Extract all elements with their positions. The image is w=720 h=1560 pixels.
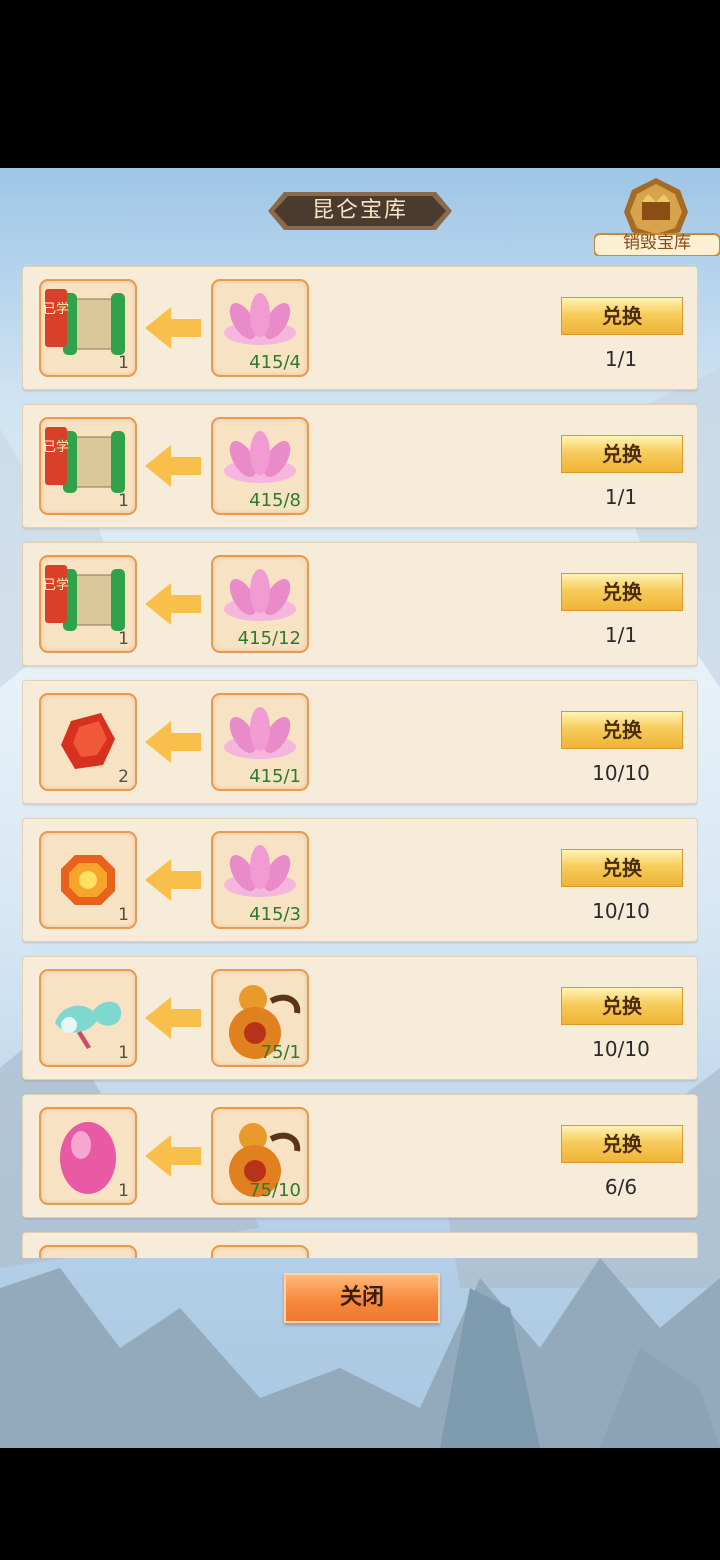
- arrow-left-icon: [145, 997, 201, 1039]
- status-bar-area: [0, 0, 720, 168]
- reward-count: 1: [118, 1043, 129, 1063]
- cost-count: 415/4: [249, 352, 301, 373]
- arrow-left-icon: [145, 445, 201, 487]
- cost-count: 75/10: [249, 1180, 301, 1201]
- learned-tag: 已学: [43, 301, 69, 317]
- cost-slot[interactable]: 415/4: [211, 279, 309, 377]
- reward-slot[interactable]: 已学 1: [39, 417, 137, 515]
- reward-slot[interactable]: 1: [39, 831, 137, 929]
- navigation-bar-area: [0, 1448, 720, 1560]
- exchange-limit: 1/1: [604, 347, 638, 371]
- reward-count: 1: [118, 353, 129, 373]
- cost-count: 415/3: [249, 904, 301, 925]
- reward-count: 1: [118, 905, 129, 925]
- exchange-row: 已学 1 415/12 兑换 1/1: [22, 542, 698, 666]
- reward-slot[interactable]: 1: [39, 969, 137, 1067]
- cost-slot[interactable]: 415/1: [211, 693, 309, 791]
- exchange-row: 2 415/1 兑换 10/10: [22, 680, 698, 804]
- exchange-limit: 10/10: [592, 1037, 650, 1061]
- cost-count: 415/8: [249, 490, 301, 511]
- reward-count: 1: [118, 1181, 129, 1201]
- cost-count: 415/12: [237, 628, 301, 649]
- cost-count: 75/1: [260, 1042, 301, 1063]
- exchange-row: 1 415/3 兑换 10/10: [22, 818, 698, 942]
- arrow-left-icon: [145, 859, 201, 901]
- reward-slot[interactable]: 2: [39, 693, 137, 791]
- cost-count: 415/1: [249, 766, 301, 787]
- exchange-button[interactable]: 兑换: [561, 1125, 683, 1163]
- reward-slot[interactable]: 已学 1: [39, 279, 137, 377]
- reward-count: 2: [118, 767, 129, 787]
- exchange-button[interactable]: 兑换: [561, 573, 683, 611]
- exchange-limit: 10/10: [592, 899, 650, 923]
- destroy-treasury-label: 销毁宝库: [623, 233, 691, 253]
- exchange-row: 已学 1 415/8 兑换 1/1: [22, 404, 698, 528]
- close-button[interactable]: 关闭: [284, 1273, 440, 1323]
- exchange-button[interactable]: 兑换: [561, 297, 683, 335]
- learned-tag: 已学: [43, 439, 69, 455]
- arrow-left-icon: [145, 583, 201, 625]
- exchange-limit: 1/1: [604, 485, 638, 509]
- cost-slot[interactable]: 75/1: [211, 969, 309, 1067]
- title-plate: 昆仑宝库: [268, 188, 452, 234]
- cost-slot[interactable]: [211, 1245, 309, 1258]
- reward-count: 1: [118, 491, 129, 511]
- exchange-button[interactable]: 兑换: [561, 435, 683, 473]
- reward-slot[interactable]: [39, 1245, 137, 1258]
- learned-tag: 已学: [43, 577, 69, 593]
- destroy-treasury-button[interactable]: 销毁宝库: [594, 176, 720, 256]
- exchange-button[interactable]: 兑换: [561, 711, 683, 749]
- exchange-row: 1 75/10 兑换 6/6: [22, 1094, 698, 1218]
- cost-slot[interactable]: 415/8: [211, 417, 309, 515]
- exchange-row: 已学 1 415/4 兑换 1/1: [22, 266, 698, 390]
- exchange-limit: 10/10: [592, 761, 650, 785]
- exchange-button[interactable]: 兑换: [561, 849, 683, 887]
- reward-count: 1: [118, 629, 129, 649]
- exchange-button[interactable]: 兑换: [561, 987, 683, 1025]
- arrow-left-icon: [145, 1135, 201, 1177]
- exchange-limit: 1/1: [604, 623, 638, 647]
- arrow-left-icon: [145, 307, 201, 349]
- page-title: 昆仑宝库: [311, 198, 408, 223]
- cost-slot[interactable]: 415/12: [211, 555, 309, 653]
- reward-slot[interactable]: 已学 1: [39, 555, 137, 653]
- exchange-row-partial: [22, 1232, 698, 1258]
- exchange-limit: 6/6: [604, 1175, 638, 1199]
- arrow-left-icon: [145, 721, 201, 763]
- exchange-row: 1 75/1 兑换 10/10: [22, 956, 698, 1080]
- cost-slot[interactable]: 415/3: [211, 831, 309, 929]
- reward-slot[interactable]: 1: [39, 1107, 137, 1205]
- exchange-list[interactable]: 已学 1 415/4 兑换 1/1 已学 1 415/8 兑换 1/1 已学 1…: [22, 266, 698, 1258]
- cost-slot[interactable]: 75/10: [211, 1107, 309, 1205]
